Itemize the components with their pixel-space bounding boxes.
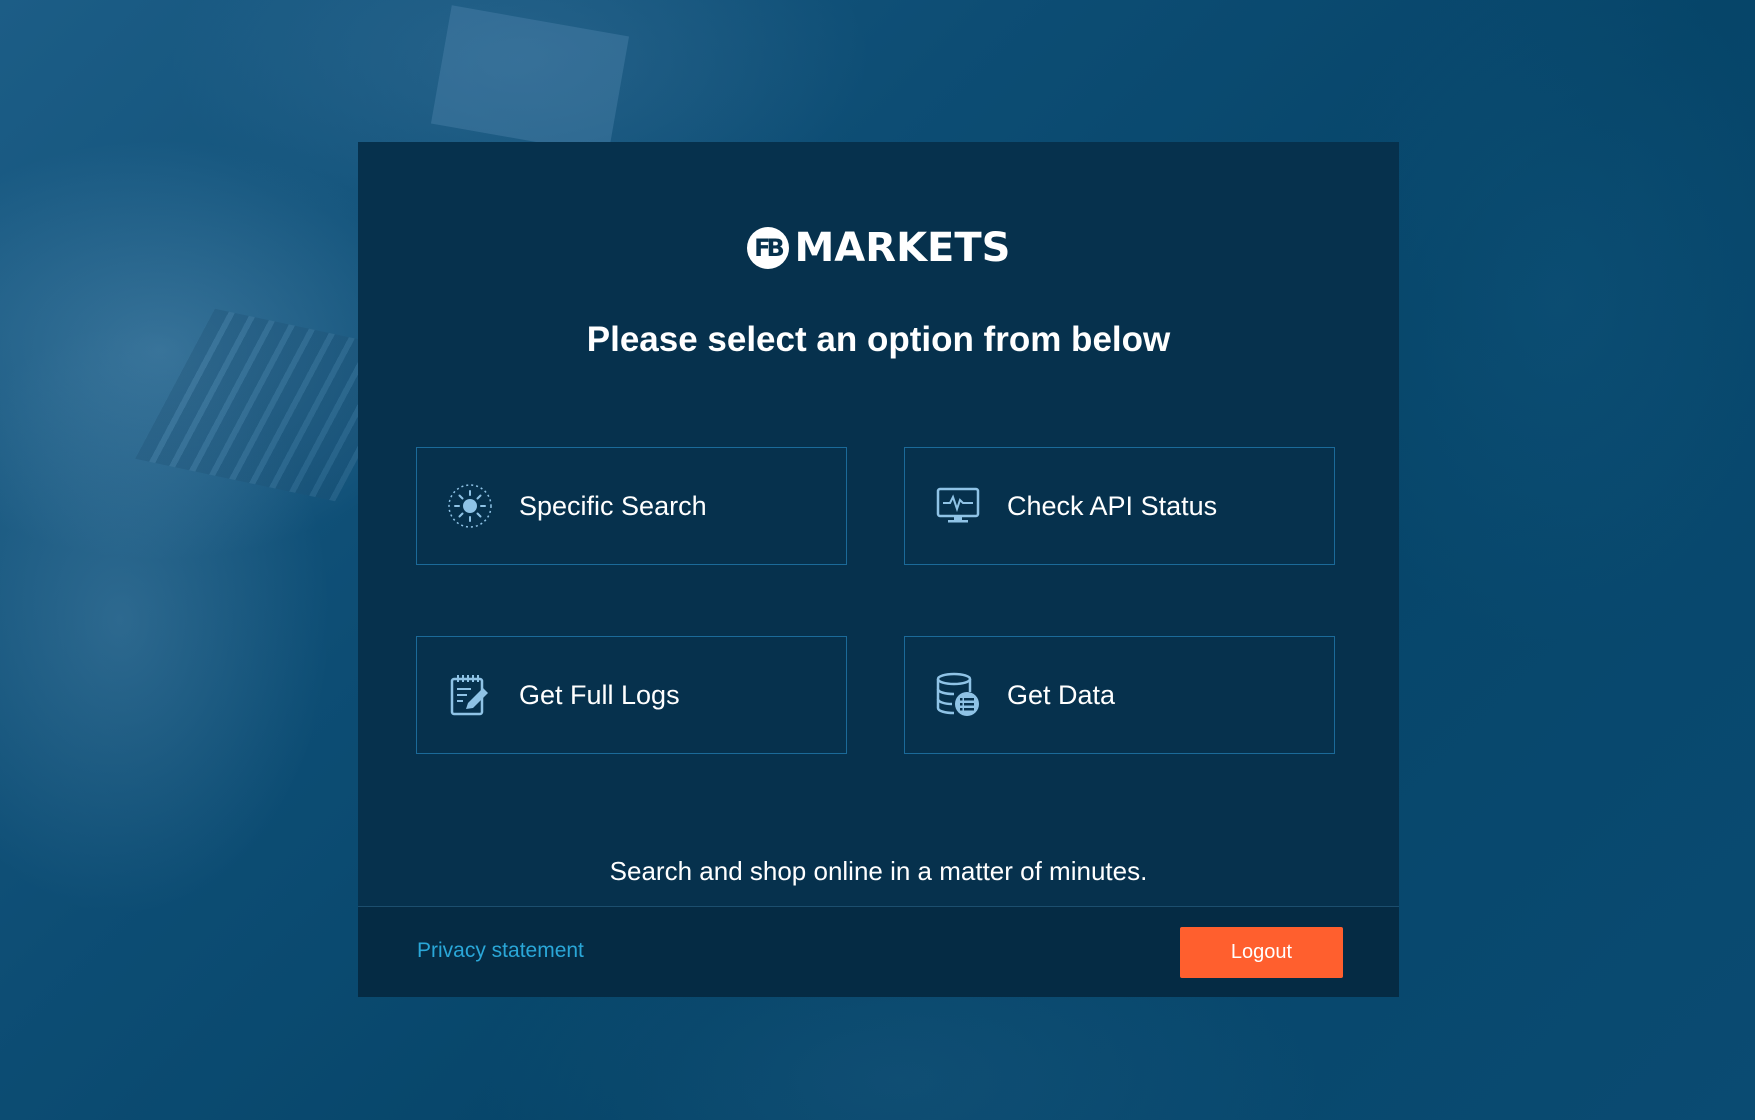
- privacy-statement-link[interactable]: Privacy statement: [417, 939, 584, 963]
- background-tablet: [430, 5, 630, 155]
- sun-search-icon: [446, 482, 494, 530]
- option-check-api-status[interactable]: Check API Status: [904, 447, 1335, 565]
- database-list-icon: [934, 671, 982, 719]
- card-footer: Privacy statement Logout: [358, 906, 1399, 997]
- option-label: Get Full Logs: [519, 679, 680, 710]
- option-label: Specific Search: [519, 490, 707, 521]
- options-card: FB MARKETS Please select an option from …: [358, 142, 1399, 997]
- option-get-full-logs[interactable]: Get Full Logs: [416, 636, 847, 754]
- page-title: Please select an option from below: [586, 320, 1171, 359]
- brand-name: MARKETS: [794, 225, 1011, 271]
- brand-logo: FB MARKETS: [358, 225, 1399, 271]
- monitor-pulse-icon: [934, 482, 982, 530]
- option-get-data[interactable]: Get Data: [904, 636, 1335, 754]
- logo-mark-icon: FB: [746, 227, 789, 269]
- logout-button[interactable]: Logout: [1180, 927, 1343, 978]
- option-label: Get Data: [1007, 679, 1116, 710]
- option-label: Check API Status: [1007, 490, 1218, 521]
- option-specific-search[interactable]: Specific Search: [416, 447, 847, 565]
- notepad-edit-icon: [446, 671, 494, 719]
- tagline: Search and shop online in a matter of mi…: [609, 856, 1148, 886]
